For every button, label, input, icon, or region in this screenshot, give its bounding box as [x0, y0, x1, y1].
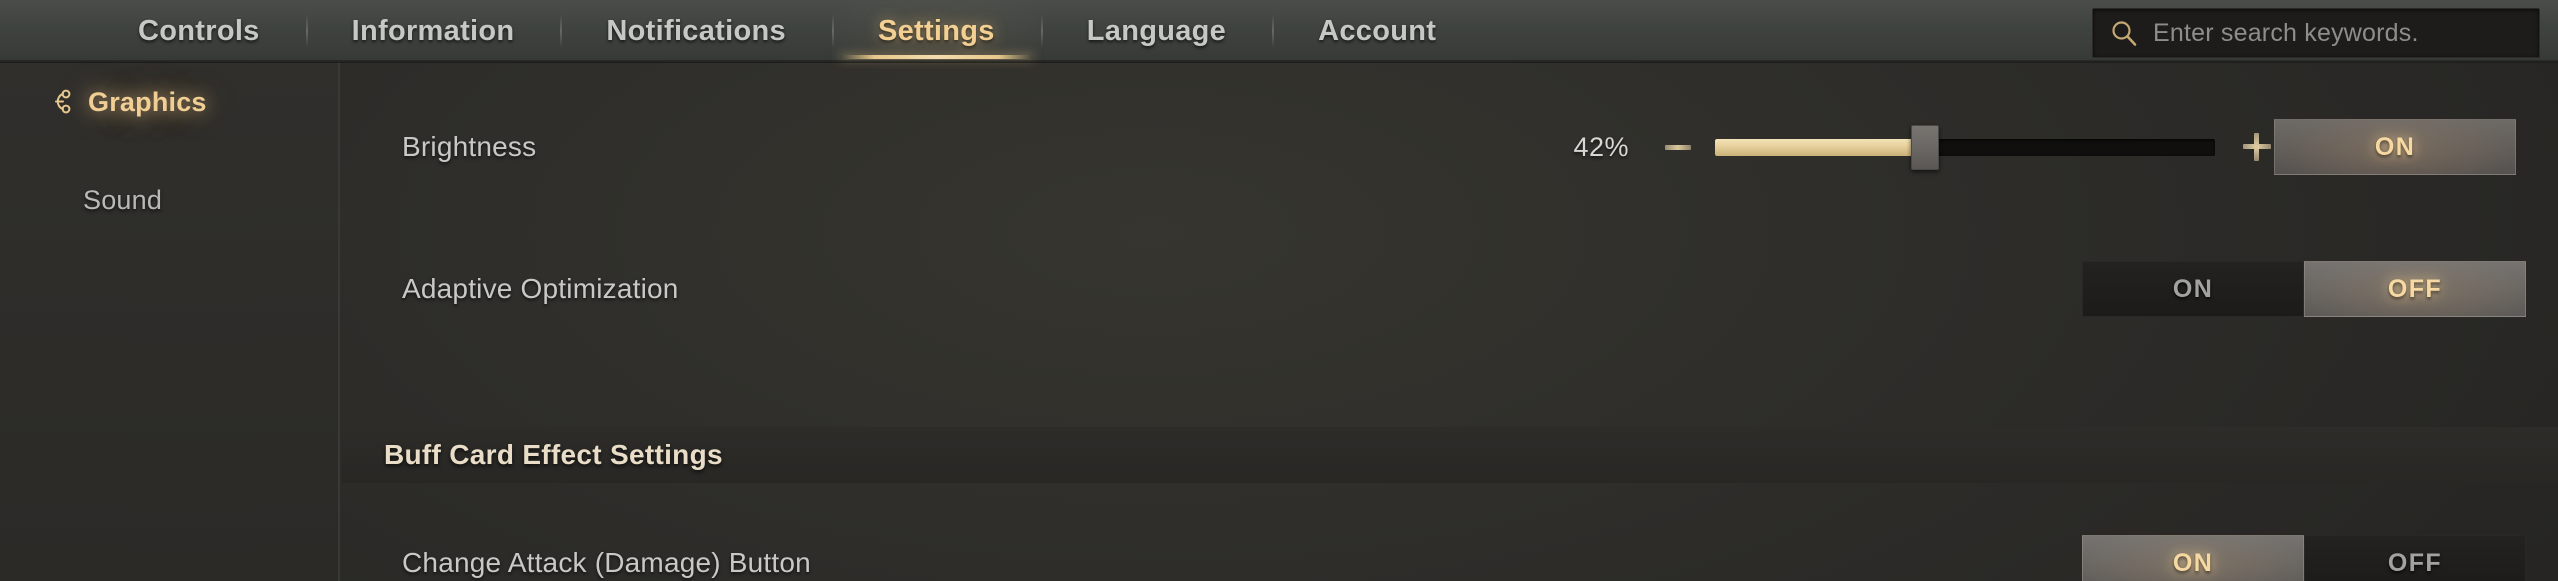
settings-screen: Controls Information Notifications Setti…: [0, 0, 2558, 581]
tab-notifications-label: Notifications: [606, 15, 786, 47]
adaptive-optimization-on-option[interactable]: ON: [2082, 261, 2304, 317]
adaptive-optimization-on-label: ON: [2172, 274, 2214, 303]
row-brightness: Brightness 42% ON: [342, 107, 2558, 187]
change-attack-button-toggle: ON OFF: [2082, 535, 2526, 581]
settings-content: Brightness 42% ON Adaptive Optimization …: [342, 63, 2558, 581]
section-header-buff-card-effect-title: Buff Card Effect Settings: [384, 439, 723, 470]
tab-settings[interactable]: Settings: [831, 0, 1041, 63]
row-change-attack-button: Change Attack (Damage) Button ON OFF: [342, 523, 2558, 581]
brightness-slider-group: 42%: [1557, 124, 2273, 170]
search-placeholder: Enter search keywords.: [2153, 18, 2419, 47]
brightness-on-button[interactable]: ON: [2274, 119, 2516, 175]
adaptive-optimization-off-option[interactable]: OFF: [2304, 261, 2526, 317]
sidebar-item-graphics[interactable]: Graphics: [0, 73, 340, 131]
tab-account[interactable]: Account: [1272, 0, 1482, 63]
row-change-attack-button-label: Change Attack (Damage) Button: [402, 547, 811, 578]
tab-controls[interactable]: Controls: [92, 0, 306, 63]
tab-language-label: Language: [1086, 15, 1227, 47]
row-brightness-label: Brightness: [402, 131, 537, 162]
tab-account-label: Account: [1318, 15, 1437, 47]
tab-list: Controls Information Notifications Setti…: [92, 0, 1482, 63]
tab-settings-label: Settings: [877, 15, 995, 47]
change-attack-button-on-label: ON: [2172, 548, 2214, 577]
change-attack-button-off-label: OFF: [2387, 548, 2443, 577]
brightness-increase-button[interactable]: [2241, 131, 2273, 163]
row-adaptive-optimization-label: Adaptive Optimization: [402, 273, 679, 304]
row-adaptive-optimization: Adaptive Optimization ON OFF: [342, 249, 2558, 329]
change-attack-button-off-option[interactable]: OFF: [2304, 535, 2526, 581]
tab-notifications[interactable]: Notifications: [560, 0, 832, 63]
graphics-node-icon: [50, 87, 76, 117]
tab-controls-label: Controls: [138, 15, 260, 47]
section-header-buff-card-effect: Buff Card Effect Settings: [342, 427, 2558, 483]
sidebar-item-sound-label: Sound: [83, 184, 163, 215]
tab-information-label: Information: [351, 15, 515, 47]
brightness-value: 42%: [1573, 131, 1629, 162]
brightness-on-button-label: ON: [2374, 132, 2416, 161]
change-attack-button-on-option[interactable]: ON: [2082, 535, 2304, 581]
sidebar-item-graphics-label: Graphics: [88, 86, 207, 117]
sidebar: Graphics Sound: [0, 63, 340, 581]
brightness-decrease-button[interactable]: [1663, 132, 1693, 162]
search-icon: [2109, 18, 2139, 48]
tab-information[interactable]: Information: [305, 0, 561, 63]
brightness-slider-fill: [1715, 138, 1925, 156]
tab-language[interactable]: Language: [1040, 0, 1272, 63]
adaptive-optimization-off-label: OFF: [2387, 274, 2443, 303]
top-tab-bar: Controls Information Notifications Setti…: [0, 0, 2558, 63]
sidebar-item-sound[interactable]: Sound: [0, 171, 340, 229]
adaptive-optimization-toggle: ON OFF: [2082, 261, 2526, 317]
brightness-slider-track[interactable]: [1715, 124, 2215, 170]
search-input[interactable]: Enter search keywords.: [2092, 8, 2540, 58]
brightness-slider-handle[interactable]: [1911, 124, 1939, 170]
